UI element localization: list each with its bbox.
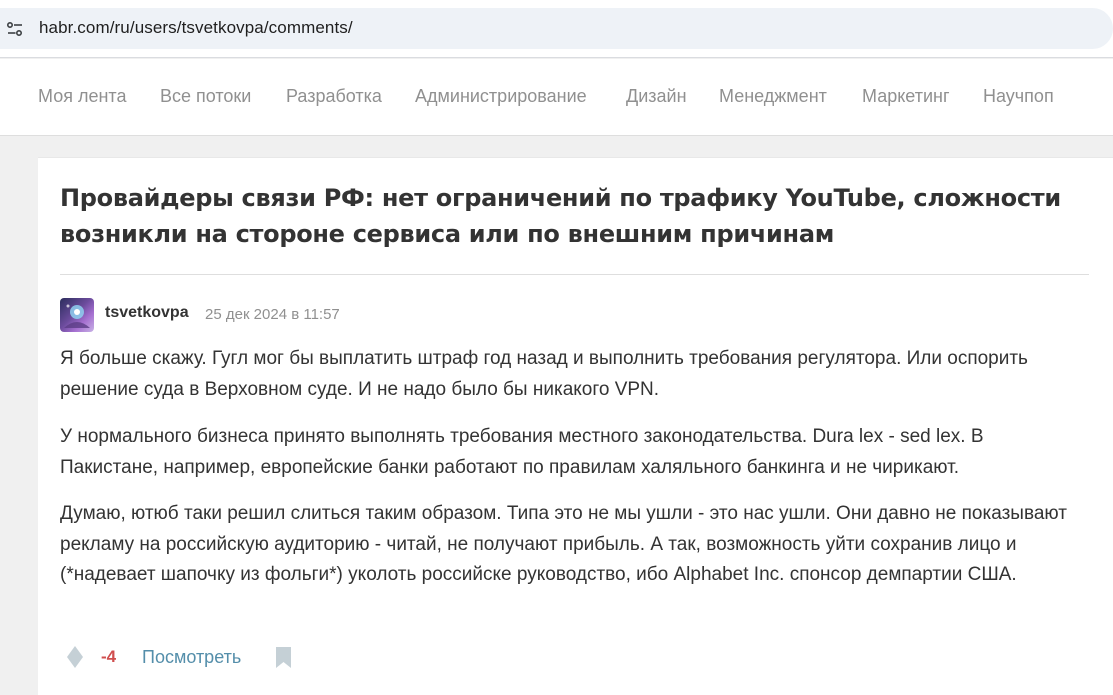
nav-item-all-flows[interactable]: Все потоки [160,86,251,107]
divider [60,274,1089,275]
nav-item-admin[interactable]: Администрирование [415,86,587,107]
vote-icon[interactable] [66,645,84,669]
nav-item-develop[interactable]: Разработка [286,86,382,107]
comment-author[interactable]: tsvetkovpa [105,304,189,322]
tune-icon[interactable] [6,20,24,38]
bookmark-icon[interactable] [275,646,292,669]
browser-address-bar: habr.com/ru/users/tsvetkovpa/comments/ [0,0,1113,58]
comment-score: -4 [101,647,117,666]
view-comment-link[interactable]: Посмотреть [142,647,241,668]
nav-item-management[interactable]: Менеджмент [719,86,827,107]
nav-item-design[interactable]: Дизайн [626,86,687,107]
comment-card: Провайдеры связи РФ: нет ограничений по … [38,157,1113,695]
comment-paragraph: Думаю, ютюб таки решил слиться таким обр… [60,503,1067,585]
habr-flows-nav: Моя лента Все потоки Разработка Админист… [0,59,1113,136]
nav-item-my-feed[interactable]: Моя лента [38,86,126,107]
comment-paragraph: Я больше скажу. Гугл мог бы выплатить шт… [60,348,1028,400]
nav-item-marketing[interactable]: Маркетинг [862,86,950,107]
article-title-link[interactable]: Провайдеры связи РФ: нет ограничений по … [60,180,1070,252]
nav-item-popsci[interactable]: Научпоп [983,86,1054,107]
comment-paragraph: У нормального бизнеса принято выполнять … [60,426,984,478]
page-background [0,136,38,695]
card-spacer [38,136,1113,157]
url-text[interactable]: habr.com/ru/users/tsvetkovpa/comments/ [39,18,353,38]
url-field[interactable]: habr.com/ru/users/tsvetkovpa/comments/ [0,8,1113,49]
comment-timestamp[interactable]: 25 дек 2024 в 11:57 [205,306,340,323]
avatar[interactable] [60,298,94,332]
